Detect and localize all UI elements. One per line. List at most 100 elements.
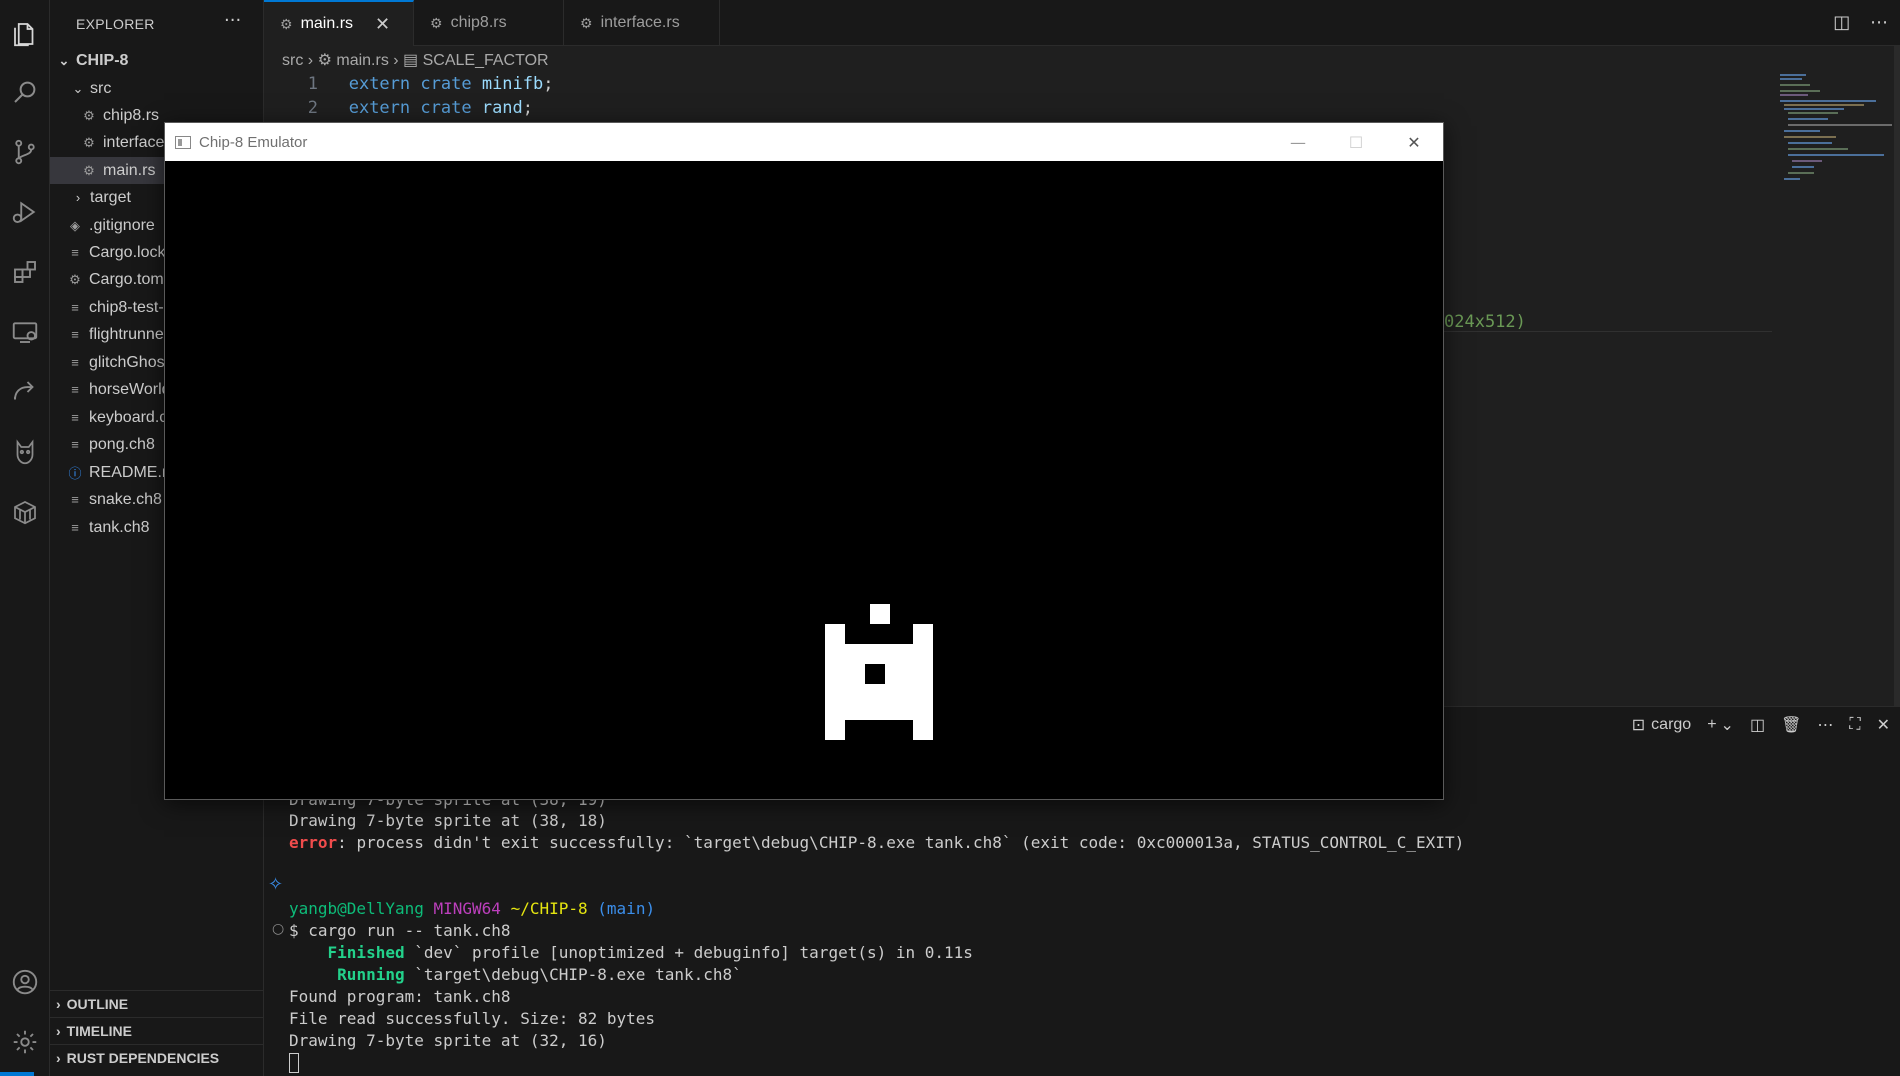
- code-line-1[interactable]: 1 extern crate minifb;: [264, 74, 554, 98]
- file-lines-icon: ≡: [71, 382, 79, 397]
- git-diamond-icon: ◈: [70, 217, 80, 233]
- minimize-icon[interactable]: —: [1269, 123, 1327, 161]
- maximize-icon[interactable]: ☐: [1327, 123, 1385, 161]
- close-tab-icon[interactable]: ✕: [375, 14, 390, 35]
- tab-main-rs[interactable]: ⚙ main.rs ✕: [264, 0, 414, 46]
- file-lines-icon: ≡: [71, 410, 79, 425]
- rust-file-icon: ⚙: [83, 162, 95, 178]
- remote-explorer-icon[interactable]: [0, 310, 50, 354]
- project-name: CHIP-8: [76, 51, 129, 69]
- terminal-prompt: yangb@DellYang MINGW64 ~/CHIP-8 (main): [289, 899, 656, 918]
- minimap[interactable]: [1780, 72, 1892, 202]
- chevron-right-icon: ›: [393, 52, 404, 69]
- new-terminal-icon[interactable]: +: [1707, 716, 1716, 734]
- terminal-line: Drawing 7-byte sprite at (32, 16): [289, 1031, 607, 1050]
- breadcrumb-file[interactable]: main.rs: [336, 52, 388, 69]
- terminal-name[interactable]: cargo: [1651, 716, 1691, 734]
- terminal-cursor[interactable]: [289, 1052, 299, 1074]
- trash-icon[interactable]: 🗑: [1781, 715, 1801, 735]
- file-lines-icon: ≡: [71, 245, 79, 260]
- more-actions-icon[interactable]: ···: [224, 10, 241, 31]
- activity-bar: [0, 0, 50, 1076]
- rust-file-icon: ⚙: [430, 14, 443, 31]
- terminal-icon: ⊡: [1631, 717, 1646, 734]
- chevron-down-icon[interactable]: ⌄: [1721, 715, 1734, 735]
- sprite-pixel: [825, 664, 865, 684]
- maximize-panel-icon[interactable]: ⛶: [1849, 716, 1860, 734]
- sprite-pixel: [825, 684, 933, 704]
- chevron-down-icon: ⌄: [72, 80, 84, 96]
- terminal-toolbar: ⊡ cargo + ⌄ ◫ 🗑 ⋯ ⛶ ✕: [1616, 715, 1890, 735]
- command-decoration-icon[interactable]: ○: [272, 921, 284, 937]
- rust-file-icon: ⚙: [83, 134, 95, 150]
- file-lines-icon: ≡: [71, 327, 79, 342]
- breadcrumb-symbol[interactable]: SCALE_FACTOR: [423, 52, 549, 69]
- sprite-pixel: [825, 704, 933, 720]
- project-root[interactable]: ⌄ CHIP-8: [50, 47, 263, 74]
- terminal-line: Finished `dev` profile [unoptimized + de…: [327, 943, 973, 962]
- file-lines-icon: ≡: [71, 492, 79, 507]
- rust-file-icon: ⚙: [280, 15, 293, 32]
- emulator-title: Chip-8 Emulator: [199, 133, 308, 151]
- file-lines-icon: ≡: [71, 355, 79, 370]
- explorer-icon[interactable]: [0, 12, 50, 56]
- split-terminal-icon[interactable]: ◫: [1750, 715, 1765, 735]
- sprite-pixel: [913, 624, 933, 644]
- file-lines-icon: ≡: [71, 520, 79, 535]
- sparkle-icon[interactable]: ✧: [268, 874, 283, 895]
- breadcrumb-src[interactable]: src: [282, 52, 303, 69]
- chevron-right-icon: ›: [307, 52, 318, 69]
- chevron-right-icon: ›: [56, 996, 61, 1012]
- section-timeline[interactable]: › TIMELINE: [50, 1017, 263, 1044]
- code-line-2[interactable]: 2 extern crate rand;: [264, 98, 533, 122]
- chip8-emulator-window[interactable]: Chip-8 Emulator — ☐ ✕: [164, 122, 1444, 800]
- emulator-titlebar[interactable]: Chip-8 Emulator: [165, 123, 1443, 161]
- section-rust-dependencies[interactable]: › RUST DEPENDENCIES: [50, 1044, 263, 1071]
- live-share-icon[interactable]: [0, 370, 50, 414]
- containers-icon[interactable]: [0, 490, 50, 534]
- sprite-pixel: [825, 644, 933, 664]
- rust-file-icon: ⚙: [580, 14, 593, 31]
- sprite-pixel: [885, 664, 933, 684]
- terminal-line: Drawing 7-byte sprite at (38, 18): [289, 811, 607, 830]
- explorer-title: EXPLORER: [76, 16, 155, 32]
- close-panel-icon[interactable]: ✕: [1877, 715, 1890, 735]
- editor-tabs: ⚙ main.rs ✕ ⚙ chip8.rs ⚙ interface.rs ◫ …: [264, 0, 1900, 46]
- status-accent: [0, 1072, 34, 1076]
- close-window-icon[interactable]: ✕: [1385, 123, 1443, 161]
- section-outline[interactable]: › OUTLINE: [50, 990, 263, 1017]
- split-editor-icon[interactable]: ◫: [1833, 12, 1850, 33]
- breadcrumb: src › ⚙ main.rs › ▤ SCALE_FACTOR: [282, 50, 549, 70]
- chevron-right-icon: ›: [56, 1023, 61, 1039]
- editor-scrollbar[interactable]: [1894, 46, 1900, 706]
- extensions-icon[interactable]: [0, 250, 50, 294]
- github-copilot-icon[interactable]: [0, 430, 50, 474]
- source-control-icon[interactable]: [0, 130, 50, 174]
- editor-actions: ◫ ⋯: [1833, 12, 1888, 33]
- account-icon[interactable]: [0, 960, 50, 1004]
- tab-interface-rs[interactable]: ⚙ interface.rs: [564, 0, 720, 46]
- sprite-pixel: [870, 604, 890, 624]
- file-lines-icon: ≡: [71, 300, 79, 315]
- more-actions-icon[interactable]: ⋯: [1870, 12, 1888, 33]
- terminal-line: Running `target\debug\CHIP-8.exe tank.ch…: [337, 965, 742, 984]
- window-icon: [175, 135, 191, 149]
- tab-chip8-rs[interactable]: ⚙ chip8.rs: [414, 0, 564, 46]
- terminal-line: Found program: tank.ch8: [289, 987, 511, 1006]
- chevron-down-icon: ⌄: [58, 52, 70, 68]
- run-debug-icon[interactable]: [0, 190, 50, 234]
- code-comment-fragment: 024x512): [1444, 312, 1526, 332]
- search-icon[interactable]: [0, 70, 50, 114]
- settings-gear-icon[interactable]: [0, 1020, 50, 1064]
- vscode-window: EXPLORER ··· ⌄ CHIP-8 ⌄ src ⚙ chip8.rs ⚙…: [0, 0, 1900, 1076]
- sprite-pixel: [913, 720, 933, 740]
- more-actions-icon[interactable]: ⋯: [1817, 715, 1833, 735]
- sprite-pixel: [825, 624, 845, 644]
- tree-item-src[interactable]: ⌄ src: [50, 75, 263, 102]
- terminal-line: File read successfully. Size: 82 bytes: [289, 1009, 656, 1028]
- emulator-display[interactable]: [165, 161, 1443, 799]
- file-lines-icon: ≡: [71, 437, 79, 452]
- gear-file-icon: ⚙: [69, 271, 81, 287]
- sprite-pixel: [825, 720, 845, 740]
- current-line-highlight: [1442, 331, 1772, 332]
